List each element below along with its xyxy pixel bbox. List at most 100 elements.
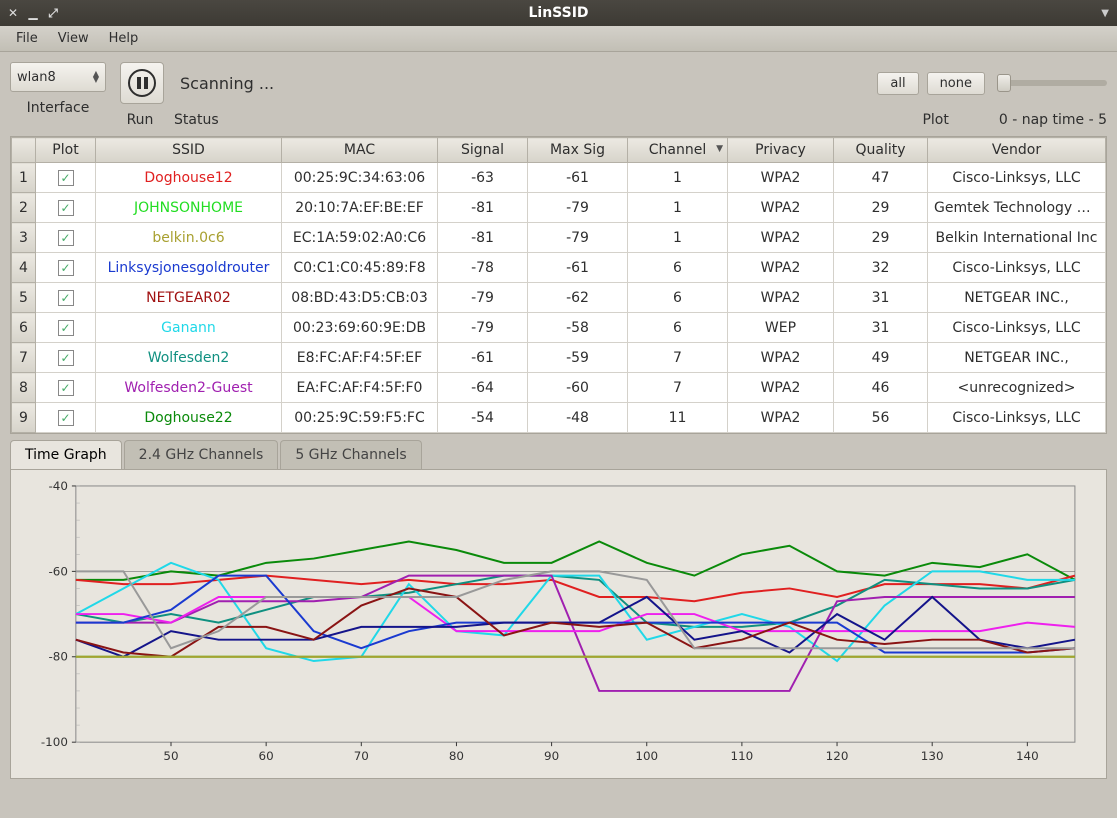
plot-checkbox[interactable] <box>58 380 74 396</box>
tab-time-graph[interactable]: Time Graph <box>10 440 122 469</box>
status-label: Status <box>174 112 219 128</box>
maxsig-cell: -79 <box>528 193 628 223</box>
ssid-cell: JOHNSONHOME <box>96 193 282 223</box>
table-row[interactable]: 8Wolfesden2-GuestEA:FC:AF:F4:5F:F0-64-60… <box>12 373 1106 403</box>
menu-file[interactable]: File <box>6 27 48 50</box>
channel-cell: 6 <box>628 253 728 283</box>
column-header[interactable]: Privacy <box>728 138 834 163</box>
column-header[interactable]: Channel▼ <box>628 138 728 163</box>
all-button[interactable]: all <box>877 72 918 95</box>
tab-5ghz[interactable]: 5 GHz Channels <box>280 440 421 469</box>
plot-checkbox[interactable] <box>58 260 74 276</box>
quality-cell: 31 <box>834 313 928 343</box>
tab-24ghz[interactable]: 2.4 GHz Channels <box>124 440 279 469</box>
table-row[interactable]: 4LinksysjonesgoldrouterC0:C1:C0:45:89:F8… <box>12 253 1106 283</box>
row-number: 7 <box>12 343 36 373</box>
svg-text:50: 50 <box>163 749 178 763</box>
channel-cell: 1 <box>628 193 728 223</box>
privacy-cell: WEP <box>728 313 834 343</box>
signal-cell: -78 <box>438 253 528 283</box>
table-row[interactable]: 1Doghouse1200:25:9C:34:63:06-63-611WPA24… <box>12 163 1106 193</box>
plot-checkbox[interactable] <box>58 290 74 306</box>
maxsig-cell: -59 <box>528 343 628 373</box>
row-number: 2 <box>12 193 36 223</box>
none-button[interactable]: none <box>927 72 985 95</box>
plot-checkbox[interactable] <box>58 200 74 216</box>
column-header[interactable]: Quality <box>834 138 928 163</box>
interface-select[interactable]: wlan8 ▲▼ <box>10 62 106 92</box>
plot-cell <box>36 223 96 253</box>
run-button[interactable] <box>120 62 164 104</box>
column-header[interactable]: Signal <box>438 138 528 163</box>
plot-checkbox[interactable] <box>58 170 74 186</box>
quality-cell: 49 <box>834 343 928 373</box>
quality-cell: 56 <box>834 403 928 433</box>
plot-cell <box>36 313 96 343</box>
table-row[interactable]: 6Ganann00:23:69:60:9E:DB-79-586WEP31Cisc… <box>12 313 1106 343</box>
svg-text:80: 80 <box>449 749 464 763</box>
table-row[interactable]: 9Doghouse2200:25:9C:59:F5:FC-54-4811WPA2… <box>12 403 1106 433</box>
plot-checkbox[interactable] <box>58 230 74 246</box>
svg-text:-40: -40 <box>48 480 67 493</box>
column-header[interactable] <box>12 138 36 163</box>
mac-cell: EC:1A:59:02:A0:C6 <box>282 223 438 253</box>
privacy-cell: WPA2 <box>728 373 834 403</box>
sort-indicator-icon: ▼ <box>716 144 723 154</box>
signal-cell: -63 <box>438 163 528 193</box>
table-row[interactable]: 7Wolfesden2E8:FC:AF:F4:5F:EF-61-597WPA24… <box>12 343 1106 373</box>
ssid-cell: Doghouse22 <box>96 403 282 433</box>
spinner-icon[interactable]: ▲▼ <box>93 71 99 83</box>
table-row[interactable]: 2JOHNSONHOME20:10:7A:EF:BE:EF-81-791WPA2… <box>12 193 1106 223</box>
svg-text:-80: -80 <box>48 650 67 664</box>
close-icon[interactable]: ✕ <box>6 6 20 20</box>
window-title: LinSSID <box>528 5 588 21</box>
column-header[interactable]: Max Sig <box>528 138 628 163</box>
mac-cell: EA:FC:AF:F4:5F:F0 <box>282 373 438 403</box>
pause-icon <box>128 69 156 97</box>
channel-cell: 6 <box>628 283 728 313</box>
maxsig-cell: -79 <box>528 223 628 253</box>
plot-checkbox[interactable] <box>58 320 74 336</box>
vendor-cell: NETGEAR INC., <box>928 283 1106 313</box>
plot-cell <box>36 253 96 283</box>
mac-cell: 00:25:9C:59:F5:FC <box>282 403 438 433</box>
chart-frame: -40-60-80-1005060708090100110120130140 <box>10 469 1107 779</box>
minimize-icon[interactable]: ▁ <box>26 6 40 20</box>
plot-checkbox[interactable] <box>58 410 74 426</box>
menu-help[interactable]: Help <box>99 27 149 50</box>
plot-checkbox[interactable] <box>58 350 74 366</box>
svg-text:-60: -60 <box>48 564 67 578</box>
mac-cell: 08:BD:43:D5:CB:03 <box>282 283 438 313</box>
quality-cell: 46 <box>834 373 928 403</box>
signal-cell: -81 <box>438 193 528 223</box>
svg-text:140: 140 <box>1016 749 1039 763</box>
naptime-slider[interactable] <box>997 80 1107 86</box>
svg-text:60: 60 <box>259 749 274 763</box>
row-number: 1 <box>12 163 36 193</box>
quality-cell: 29 <box>834 193 928 223</box>
column-header[interactable]: Vendor <box>928 138 1106 163</box>
expand-icon[interactable]: ▼ <box>1101 8 1109 19</box>
table-row[interactable]: 5NETGEAR0208:BD:43:D5:CB:03-79-626WPA231… <box>12 283 1106 313</box>
channel-cell: 7 <box>628 343 728 373</box>
vendor-cell: Cisco-Linksys, LLC <box>928 313 1106 343</box>
maximize-icon[interactable]: ⤢ <box>46 6 60 20</box>
plot-cell <box>36 343 96 373</box>
row-number: 5 <box>12 283 36 313</box>
maxsig-cell: -62 <box>528 283 628 313</box>
channel-cell: 6 <box>628 313 728 343</box>
column-header[interactable]: MAC <box>282 138 438 163</box>
channel-cell: 11 <box>628 403 728 433</box>
menu-view[interactable]: View <box>48 27 99 50</box>
slider-thumb[interactable] <box>997 74 1011 92</box>
column-header[interactable]: Plot <box>36 138 96 163</box>
vendor-cell: Gemtek Technology C… <box>928 193 1106 223</box>
signal-cell: -61 <box>438 343 528 373</box>
ssid-cell: Ganann <box>96 313 282 343</box>
table-row[interactable]: 3belkin.0c6EC:1A:59:02:A0:C6-81-791WPA22… <box>12 223 1106 253</box>
svg-text:-100: -100 <box>41 735 68 749</box>
column-header[interactable]: SSID <box>96 138 282 163</box>
svg-text:90: 90 <box>544 749 559 763</box>
maxsig-cell: -60 <box>528 373 628 403</box>
privacy-cell: WPA2 <box>728 163 834 193</box>
